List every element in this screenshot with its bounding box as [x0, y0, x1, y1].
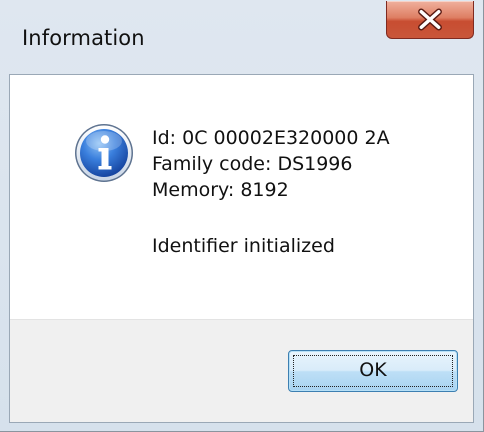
message-text: Id: 0C 00002E320000 2A Family code: DS19… [152, 125, 390, 259]
button-bar: OK [10, 319, 473, 422]
message-spacer [152, 203, 390, 233]
ok-button[interactable]: OK [288, 350, 458, 392]
dialog-title: Information [22, 26, 145, 50]
family-code-line: Family code: DS1996 [152, 153, 353, 175]
id-line: Id: 0C 00002E320000 2A [152, 127, 390, 149]
status-line: Identifier initialized [152, 235, 335, 257]
close-icon [418, 8, 442, 31]
memory-line: Memory: 8192 [152, 179, 289, 201]
title-bar[interactable]: Information [0, 0, 478, 74]
dialog-window: Information Id: 0C 00002E320000 2A Famil… [0, 0, 484, 432]
ok-button-label: OK [359, 359, 387, 381]
dialog-content: Id: 0C 00002E320000 2A Family code: DS19… [9, 74, 474, 423]
close-button[interactable] [386, 1, 474, 39]
info-icon [75, 124, 133, 182]
